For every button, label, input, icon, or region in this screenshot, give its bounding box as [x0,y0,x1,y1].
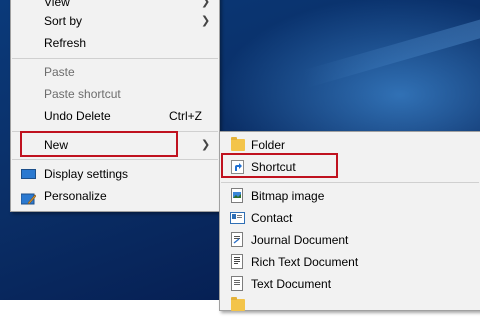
menu-item-label: Sort by [44,14,83,28]
journal-icon [231,232,243,247]
submenu-item-rich-text-document[interactable]: Rich Text Document [220,251,480,273]
chevron-right-icon: ❯ [201,15,211,27]
menu-separator [221,182,479,183]
submenu-item-bitmap-image[interactable]: Bitmap image [220,185,480,207]
display-icon [21,169,36,179]
submenu-item-label: Text Document [251,277,332,291]
menu-item-display-settings[interactable]: Display settings [11,163,219,185]
submenu-item-journal-document[interactable]: Journal Document [220,229,480,251]
text-document-icon [231,276,243,291]
submenu-item-label: Contact [251,211,293,225]
menu-item-label: Refresh [44,36,87,50]
bitmap-icon [231,188,243,203]
menu-item-label: Paste shortcut [44,87,121,101]
folder-icon [231,137,245,151]
menu-item-refresh[interactable]: Refresh [11,32,219,54]
menu-item-label: Personalize [44,189,107,203]
menu-separator [12,58,218,59]
submenu-item-label: Bitmap image [251,189,325,203]
menu-item-paste-shortcut[interactable]: Paste shortcut [11,83,219,105]
menu-separator [12,159,218,160]
menu-item-paste[interactable]: Paste [11,61,219,83]
rich-text-icon [231,254,243,269]
new-highlight-box [20,131,178,157]
menu-item-label: Undo Delete [44,109,111,123]
keyboard-shortcut: Ctrl+Z [169,109,202,123]
menu-item-label: Display settings [44,167,129,181]
chevron-right-icon: ❯ [201,139,211,151]
archive-icon [231,297,245,311]
shortcut-highlight-box [221,153,338,178]
submenu-item-label: Rich Text Document [251,255,359,269]
submenu-item-label: Journal Document [251,233,349,247]
menu-item-undo-delete[interactable]: Undo Delete Ctrl+Z [11,105,219,127]
desktop-context-menu: View ❯ Sort by ❯ Refresh Paste Paste sho… [10,0,220,212]
submenu-item-contact[interactable]: Contact [220,207,480,229]
wallpaper-light-beam [301,10,480,88]
personalize-icon [20,190,37,205]
menu-item-personalize[interactable]: Personalize [11,185,219,207]
contact-icon [230,212,245,224]
submenu-item-partial[interactable] [220,295,480,317]
menu-item-sort-by[interactable]: Sort by ❯ [11,10,219,32]
menu-item-label: Paste [44,65,75,79]
submenu-item-text-document[interactable]: Text Document [220,273,480,295]
